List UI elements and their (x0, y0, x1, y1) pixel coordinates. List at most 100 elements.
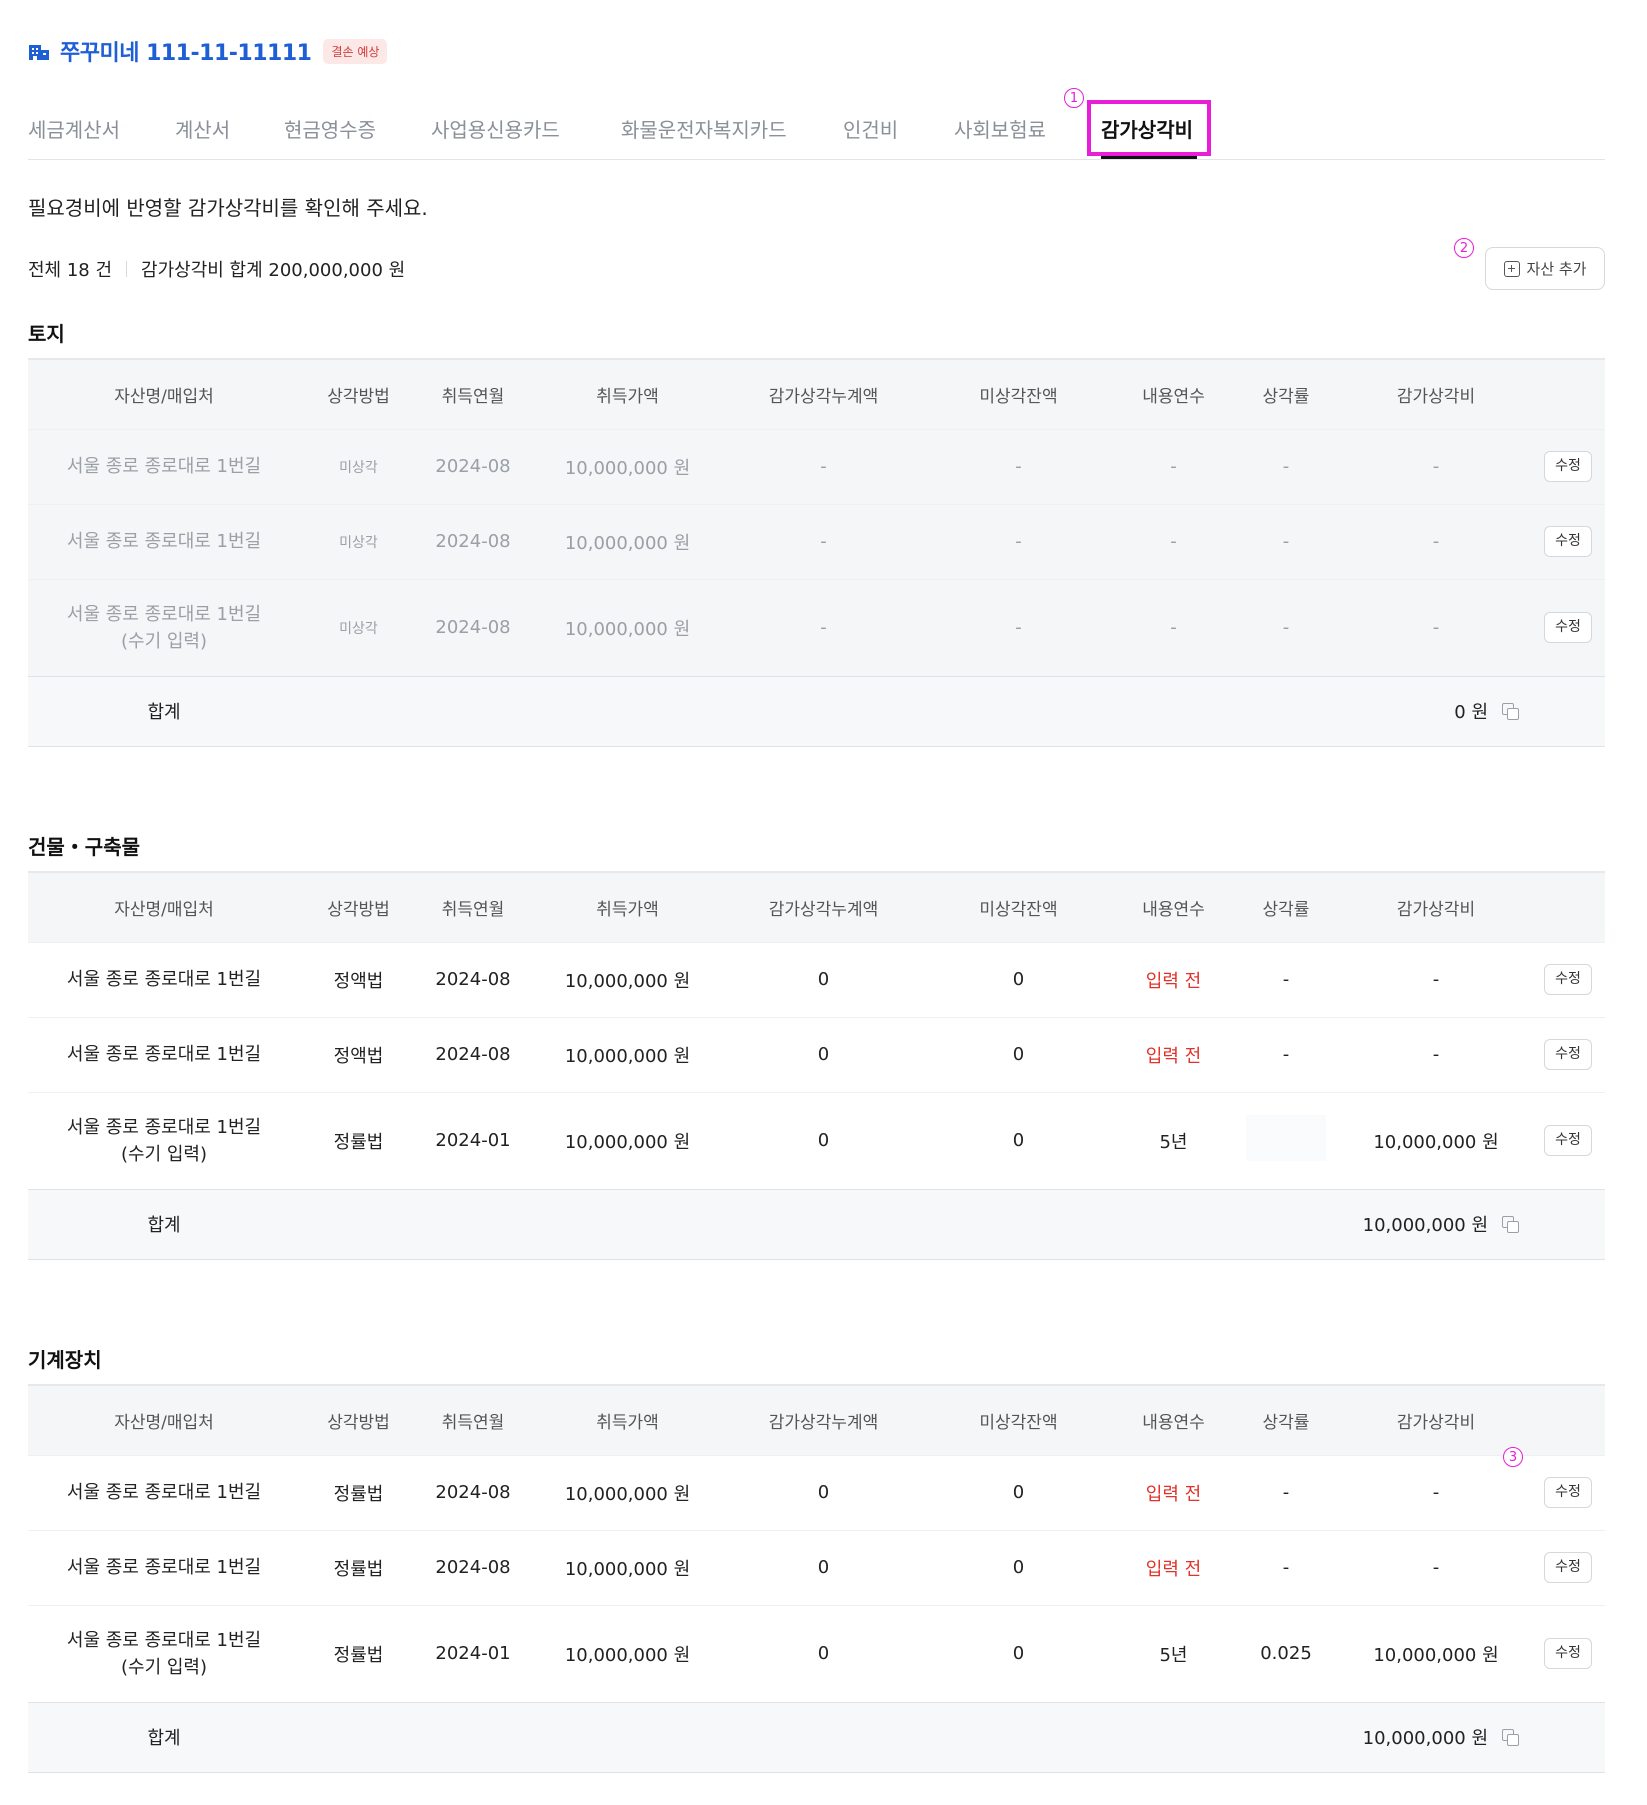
column-header: 감가상각누계액 (768, 386, 879, 407)
method-cell: 정액법 (300, 1016, 417, 1092)
column-header-actions (1531, 1385, 1605, 1455)
column-header: 자산명/매입처 (114, 899, 214, 920)
tab-labor-cost[interactable]: 인건비 (843, 114, 898, 143)
total-value: 0 원 (1454, 702, 1488, 723)
edit-button[interactable]: 수정 (1544, 964, 1592, 995)
actions-cell: 수정 (1531, 578, 1605, 676)
tab-freight-card[interactable]: 화물운전자복지카드 (621, 114, 787, 143)
useful-life-cell: 입력 전 (1116, 1454, 1231, 1530)
remaining-cell: - (921, 428, 1116, 504)
asset-name: 서울 종로 종로대로 1번길 (66, 1116, 262, 1138)
active-tab-indicator (1101, 156, 1197, 159)
section-title: 기계장치 (28, 1348, 102, 1372)
total-spacer (300, 1188, 1341, 1260)
table-row: 서울 종로 종로대로 1번길 정액법 2024-08 10,000,000 원 0 0 입력… (28, 1016, 1605, 1092)
depreciation-cell: - (1341, 941, 1531, 1017)
copy-icon[interactable] (1502, 1215, 1519, 1233)
acq-date-cell: 2024-08 (417, 503, 529, 579)
acq-date-cell: 2024-08 (417, 1454, 529, 1530)
acq-cost-cell: 10,000,000 원 (529, 1454, 726, 1530)
column-header: 상각률 (1262, 899, 1310, 920)
asset-name-cell: 서울 종로 종로대로 1번길 (수기 입력) (28, 578, 300, 676)
column-header-actions (1531, 872, 1605, 942)
asset-name: 서울 종로 종로대로 1번길 (66, 1482, 262, 1503)
column-header: 내용연수 (1142, 386, 1205, 407)
acq-date-cell: 2024-08 (417, 428, 529, 504)
company-header: 쭈꾸미네 111-11-11111 결손 예상 (28, 36, 388, 66)
actions-cell: 수정 (1531, 1091, 1605, 1189)
edit-button[interactable]: 수정 (1544, 1638, 1592, 1669)
acq-date-cell: 2024-01 (417, 1091, 529, 1189)
accum-dep-cell: - (726, 428, 921, 504)
asset-name: 서울 종로 종로대로 1번길 (66, 531, 262, 552)
tab-cash-receipt[interactable]: 현금영수증 (284, 114, 376, 143)
section-title: 토지 (28, 322, 65, 346)
asset-name: 서울 종로 종로대로 1번길 (66, 603, 262, 625)
remaining-cell: 0 (921, 1091, 1116, 1189)
tab-bar: 세금계산서 계산서 현금영수증 사업용신용카드 화물운전자복지카드 인건비 사회… (28, 88, 1605, 160)
tab-business-card[interactable]: 사업용신용카드 (431, 114, 560, 143)
edit-button[interactable]: 수정 (1544, 526, 1592, 557)
edit-button[interactable]: 수정 (1544, 1477, 1592, 1508)
column-header: 상각률 (1262, 386, 1310, 407)
accum-dep-cell: - (726, 578, 921, 676)
total-value-cell: 10,000,000 원 (1341, 1188, 1605, 1260)
depreciation-cell: - (1341, 503, 1531, 579)
edit-button[interactable]: 수정 (1544, 1039, 1592, 1070)
method-cell: 정률법 (300, 1454, 417, 1530)
column-header: 감가상각비 (1396, 1412, 1476, 1433)
method-cell: 정률법 (300, 1091, 417, 1189)
asset-name-cell: 서울 종로 종로대로 1번길 (28, 941, 300, 1017)
edit-button[interactable]: 수정 (1544, 612, 1592, 643)
depreciation-cell: - (1341, 578, 1531, 676)
actions-cell: 수정 (1531, 941, 1605, 1017)
acq-date-cell: 2024-08 (417, 1016, 529, 1092)
total-spacer (300, 1701, 1341, 1773)
method-cell: 미상각 (300, 428, 417, 504)
tab-social-insurance[interactable]: 사회보험료 (954, 114, 1046, 143)
copy-icon[interactable] (1502, 1728, 1519, 1746)
total-spacer (300, 675, 1341, 747)
asset-section: 토지 자산명/매입처 상각방법 취득연월 취득가액 감가상각누계액 미상각잔액 내용연수 상각률… (28, 318, 1605, 747)
remaining-cell: - (921, 578, 1116, 676)
total-depreciation: 감가상각비 합계 200,000,000 원 (141, 260, 406, 281)
edit-button[interactable]: 수정 (1544, 451, 1592, 482)
company-name: 쭈꾸미네 111-11-11111 (60, 41, 312, 66)
dep-rate-cell: - (1231, 1016, 1341, 1092)
annotation-marker-1: 1 (1064, 88, 1084, 108)
edit-button[interactable]: 수정 (1544, 1125, 1592, 1156)
column-header: 미상각잔액 (979, 386, 1058, 407)
total-value-cell: 0 원 (1341, 675, 1605, 747)
remaining-cell: 0 (921, 1016, 1116, 1092)
column-header: 감가상각비 (1396, 386, 1476, 407)
copy-icon[interactable] (1502, 702, 1519, 720)
dep-rate-cell: - (1231, 1454, 1341, 1530)
table-row: 서울 종로 종로대로 1번길 (수기 입력) 정률법 2024-01 10,000,00… (28, 1604, 1605, 1702)
total-value-wrap: 10,000,000 원 (1341, 1724, 1519, 1750)
useful-life-cell: 5년 (1116, 1091, 1231, 1189)
asset-name-cell: 서울 종로 종로대로 1번길 (28, 1454, 300, 1530)
edit-button[interactable]: 수정 (1544, 1552, 1592, 1583)
tab-tax-invoice[interactable]: 세금계산서 (28, 114, 120, 143)
column-header: 미상각잔액 (979, 1412, 1058, 1433)
remaining-cell: - (921, 503, 1116, 579)
summary-bar: 전체 18 건 감가상각비 합계 200,000,000 원 (28, 256, 405, 282)
total-label: 합계 (28, 1701, 300, 1773)
tab-invoice[interactable]: 계산서 (175, 114, 230, 143)
column-header: 자산명/매입처 (114, 1412, 214, 1433)
dep-rate-cell: - (1231, 941, 1341, 1017)
column-header: 감가상각누계액 (768, 1412, 879, 1433)
remaining-cell: 0 (921, 1604, 1116, 1702)
total-row: 합계 10,000,000 원 (28, 1701, 1605, 1773)
empty-rate-input[interactable] (1246, 1115, 1326, 1161)
asset-name: 서울 종로 종로대로 1번길 (66, 1557, 262, 1578)
acq-date-cell: 2024-08 (417, 1529, 529, 1605)
building-icon (29, 45, 49, 60)
asset-name-note: (수기 입력) (120, 1656, 207, 1678)
method-cell: 미상각 (300, 503, 417, 579)
column-header: 내용연수 (1142, 899, 1205, 920)
accum-dep-cell: 0 (726, 1091, 921, 1189)
actions-cell: 수정 (1531, 1016, 1605, 1092)
method-cell: 정률법 (300, 1529, 417, 1605)
add-asset-button[interactable]: 자산 추가 (1485, 247, 1605, 290)
